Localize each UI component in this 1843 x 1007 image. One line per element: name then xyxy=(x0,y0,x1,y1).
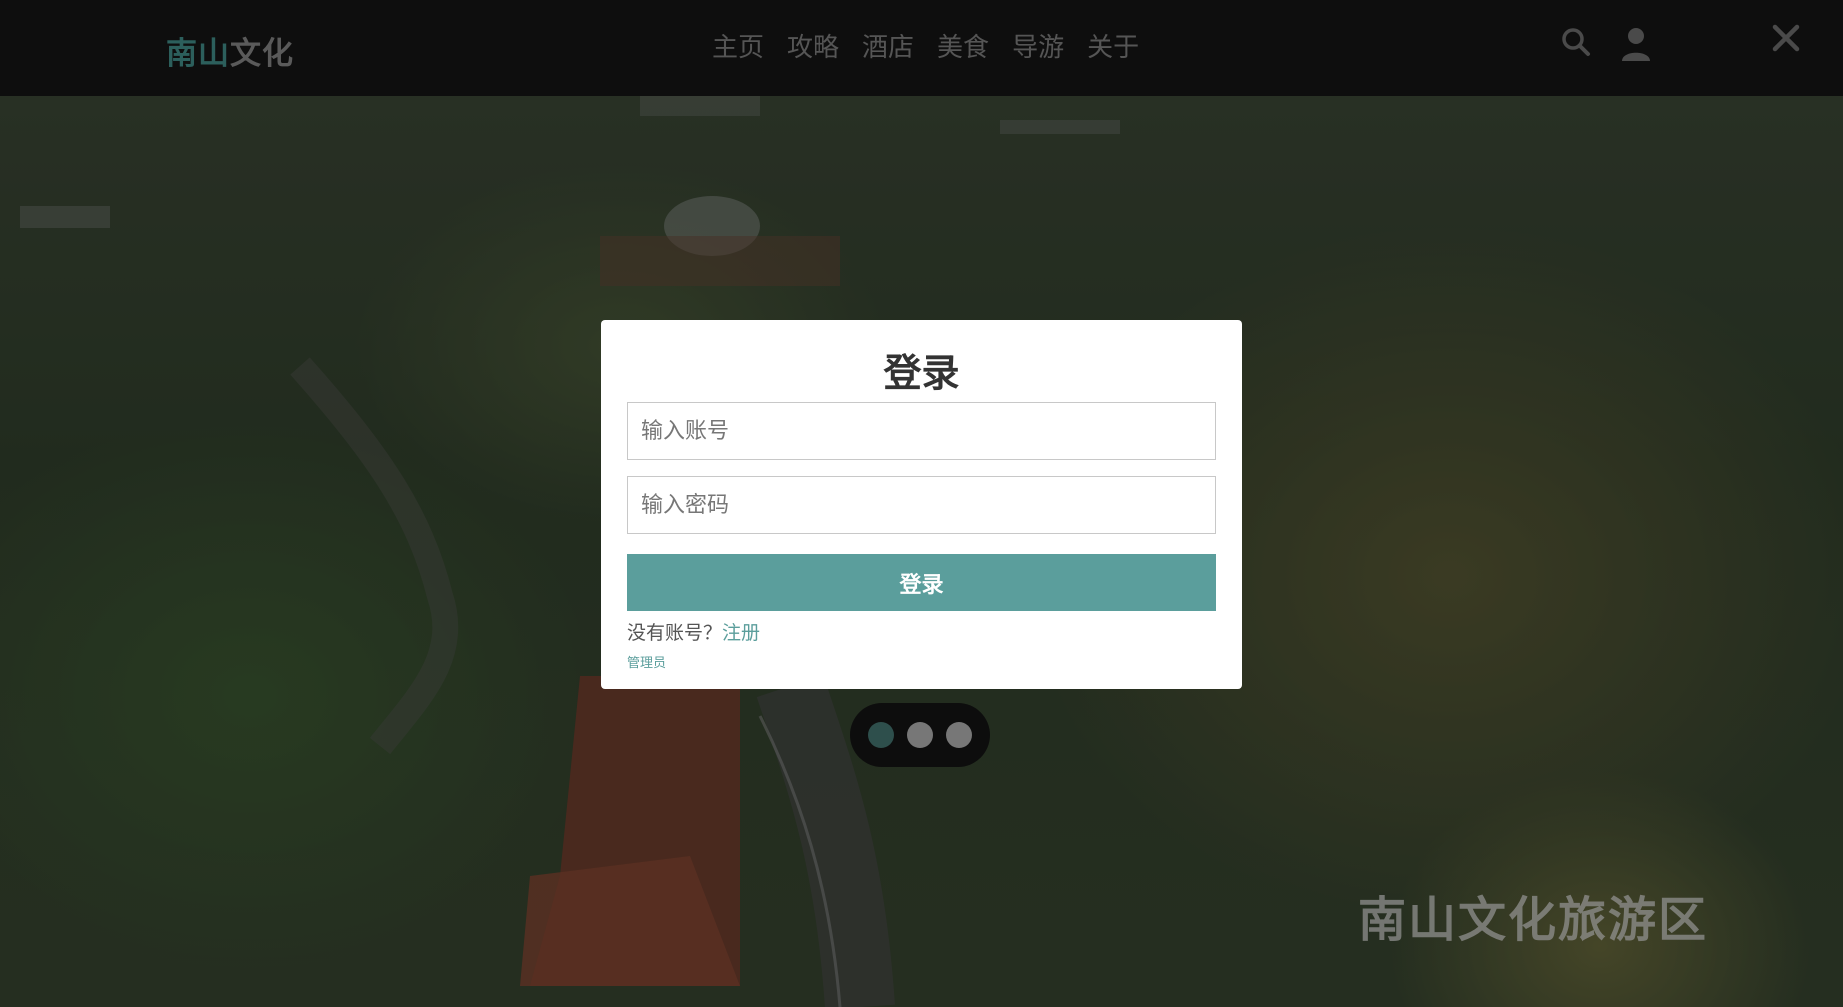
site-logo[interactable]: 南山文化 xyxy=(166,28,294,73)
login-modal: 登录 登录 没有账号？注册 管理员 xyxy=(601,320,1242,689)
register-link[interactable]: 注册 xyxy=(722,622,760,644)
search-icon[interactable] xyxy=(1560,26,1592,62)
nav-item-hotel[interactable]: 酒店 xyxy=(862,30,914,66)
carousel-dot-1[interactable] xyxy=(868,722,894,748)
login-title: 登录 xyxy=(883,351,960,395)
logo-text-part2: 文化 xyxy=(230,36,294,72)
logo-text-part1: 南山 xyxy=(166,36,230,72)
top-navbar: 南山文化 主页 攻略 酒店 美食 导游 关于 xyxy=(0,0,1843,96)
main-nav: 主页 攻略 酒店 美食 导游 关于 xyxy=(712,30,1162,66)
nav-item-food[interactable]: 美食 xyxy=(937,30,989,66)
account-input[interactable] xyxy=(627,402,1216,460)
nav-item-home[interactable]: 主页 xyxy=(712,30,764,66)
carousel-indicator xyxy=(850,703,990,767)
nav-item-tour-guide[interactable]: 导游 xyxy=(1012,30,1064,66)
register-prompt: 没有账号？注册 xyxy=(627,618,760,645)
page: 南山文化旅游区 南山文化 主页 攻略 酒店 美食 导游 关于 登录 输入账号 登… xyxy=(0,0,1843,1007)
no-account-text: 没有账号？ xyxy=(627,622,723,644)
admin-link[interactable]: 管理员 xyxy=(627,652,666,671)
carousel-dot-3[interactable] xyxy=(946,722,972,748)
nav-item-about[interactable]: 关于 xyxy=(1087,30,1139,66)
password-input[interactable] xyxy=(627,476,1216,534)
carousel-dot-2[interactable] xyxy=(907,722,933,748)
nav-item-guide[interactable]: 攻略 xyxy=(787,30,839,66)
user-icon[interactable] xyxy=(1620,26,1652,66)
scenic-area-watermark: 南山文化旅游区 xyxy=(1358,892,1709,948)
close-icon[interactable] xyxy=(1772,24,1800,56)
login-button[interactable]: 登录 xyxy=(627,554,1216,611)
